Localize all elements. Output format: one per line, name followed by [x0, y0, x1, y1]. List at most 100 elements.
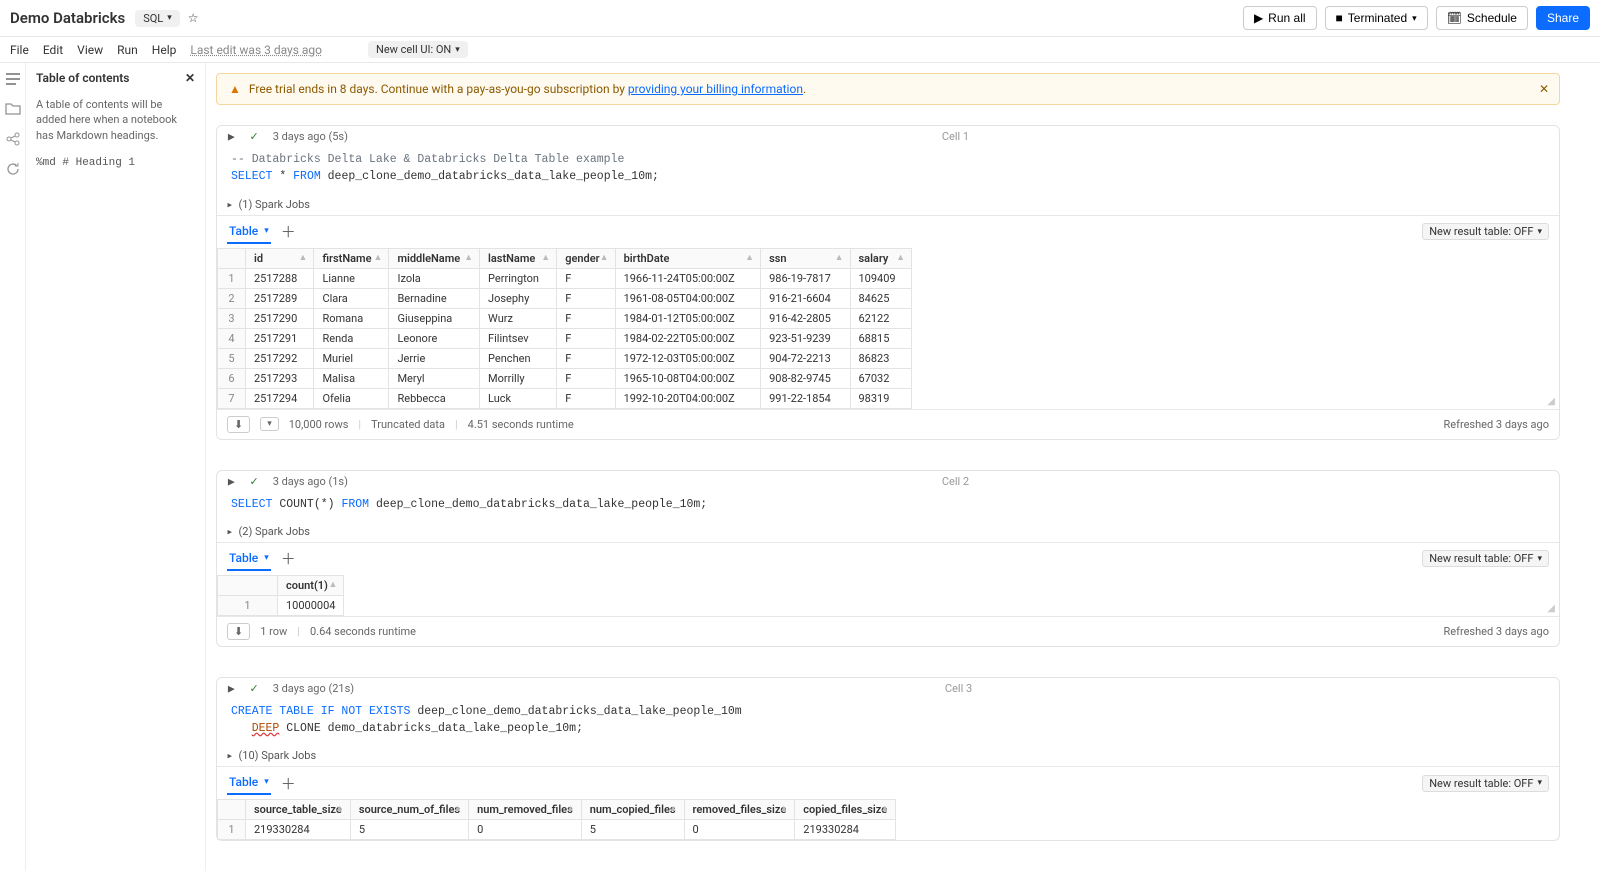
cell-label: Cell 2: [942, 475, 969, 488]
run-cell-icon[interactable]: ▶: [228, 131, 235, 141]
table-row[interactable]: 62517293MalisaMerylMorrillyF1965-10-08T0…: [218, 368, 912, 388]
share-icon[interactable]: [5, 131, 21, 147]
menu-help[interactable]: Help: [152, 43, 177, 57]
chevron-down-icon: ▾: [1537, 227, 1542, 237]
col-header[interactable]: ssn▲: [761, 248, 850, 268]
billing-link[interactable]: providing your billing information: [628, 82, 803, 96]
new-result-toggle[interactable]: New result table: OFF▾: [1422, 223, 1549, 240]
col-header[interactable]: count(1)▲: [278, 575, 344, 595]
table-row[interactable]: 32517290RomanaGiuseppinaWurzF1984-01-12T…: [218, 308, 912, 328]
col-header[interactable]: source_table_size▲: [246, 800, 351, 820]
refresh-icon[interactable]: [5, 161, 21, 177]
chevron-right-icon: ▸: [228, 199, 232, 209]
table-row[interactable]: 12193302845050219330284: [218, 820, 896, 840]
result-table[interactable]: count(1)▲110000004: [217, 575, 344, 616]
tab-table[interactable]: Table▾: [227, 771, 271, 795]
resize-handle-icon[interactable]: ◢: [1547, 396, 1555, 407]
table-row[interactable]: 12517288LianneIzolaPerringtonF1966-11-24…: [218, 268, 912, 288]
col-header[interactable]: copied_files_size▲: [795, 800, 896, 820]
folder-icon[interactable]: [5, 101, 21, 117]
new-result-toggle[interactable]: New result table: OFF▾: [1422, 550, 1549, 567]
code-text: deep_clone_demo_databricks_data_lake_peo…: [410, 705, 741, 718]
refreshed-label: Refreshed 3 days ago: [1444, 625, 1549, 638]
col-header[interactable]: firstName▲: [314, 248, 389, 268]
col-header[interactable]: num_removed_files▲: [469, 800, 582, 820]
run-cell-icon[interactable]: ▶: [228, 476, 235, 486]
col-header[interactable]: gender▲: [557, 248, 615, 268]
last-edit-label[interactable]: Last edit was 3 days ago: [190, 43, 322, 57]
col-header[interactable]: num_copied_files▲: [581, 800, 684, 820]
add-tab-icon[interactable]: ＋: [281, 548, 296, 569]
tab-table[interactable]: Table▾: [227, 220, 271, 244]
language-label: SQL: [143, 12, 163, 25]
kw: SELECT: [231, 170, 272, 183]
kw: FROM: [341, 498, 369, 511]
menu-file[interactable]: File: [10, 43, 29, 57]
stop-icon: ■: [1336, 11, 1343, 25]
kw: SELECT: [231, 498, 272, 511]
result-table[interactable]: source_table_size▲source_num_of_files▲nu…: [217, 799, 896, 840]
resize-handle-icon[interactable]: ◢: [1547, 603, 1555, 614]
code-text: COUNT(*): [272, 498, 341, 511]
add-tab-icon[interactable]: ＋: [281, 221, 296, 242]
tab-label: Table: [229, 551, 258, 565]
schedule-label: Schedule: [1467, 11, 1517, 25]
schedule-button[interactable]: 🗓Schedule: [1436, 6, 1528, 30]
language-pill[interactable]: SQL ▾: [135, 10, 180, 27]
add-tab-icon[interactable]: ＋: [281, 773, 296, 794]
close-icon[interactable]: ✕: [185, 71, 195, 85]
col-header[interactable]: birthDate▲: [615, 248, 761, 268]
toc-icon[interactable]: [5, 71, 21, 87]
runtime-label: 0.64 seconds runtime: [310, 625, 416, 638]
spark-jobs-toggle[interactable]: ▸(10) Spark Jobs: [217, 745, 1559, 766]
spark-jobs-toggle[interactable]: ▸(1) Spark Jobs: [217, 194, 1559, 215]
col-header[interactable]: removed_files_size▲: [684, 800, 795, 820]
runtime-label: 4.51 seconds runtime: [468, 418, 574, 431]
code-editor[interactable]: SELECT COUNT(*) FROM deep_clone_demo_dat…: [217, 492, 1559, 521]
run-cell-icon[interactable]: ▶: [228, 683, 235, 693]
chevron-down-icon: ▾: [167, 13, 172, 23]
alert-suffix: .: [803, 82, 806, 96]
menu-run[interactable]: Run: [117, 43, 138, 57]
row-count: 1 row: [260, 625, 287, 638]
code-text: *: [272, 170, 293, 183]
left-rail: [0, 63, 26, 871]
table-row[interactable]: 42517291RendaLeonoreFilintsevF1984-02-22…: [218, 328, 912, 348]
download-dropdown[interactable]: ▾: [260, 417, 279, 431]
tab-label: Table: [229, 224, 258, 238]
play-icon: ▶: [1254, 11, 1263, 25]
col-header[interactable]: source_num_of_files▲: [350, 800, 468, 820]
spark-jobs-toggle[interactable]: ▸(2) Spark Jobs: [217, 521, 1559, 542]
col-header[interactable]: id▲: [246, 248, 314, 268]
table-row[interactable]: 72517294OfeliaRebbeccaLuckF1992-10-20T04…: [218, 388, 912, 408]
chevron-right-icon: ▸: [228, 526, 232, 536]
new-result-label: New result table: OFF: [1429, 552, 1533, 565]
tab-table[interactable]: Table▾: [227, 547, 271, 571]
table-row[interactable]: 110000004: [218, 595, 344, 615]
code-text: CLONE demo_databricks_data_lake_people_1…: [279, 722, 583, 735]
new-result-toggle[interactable]: New result table: OFF▾: [1422, 775, 1549, 792]
compute-status-button[interactable]: ■Terminated▾: [1325, 6, 1428, 30]
new-cell-ui-toggle[interactable]: New cell UI: ON▾: [368, 41, 468, 58]
code-editor[interactable]: CREATE TABLE IF NOT EXISTS deep_clone_de…: [217, 699, 1559, 746]
star-icon[interactable]: ☆: [188, 11, 199, 25]
run-all-label: Run all: [1268, 11, 1305, 25]
share-button[interactable]: Share: [1536, 6, 1590, 30]
close-icon[interactable]: ✕: [1539, 82, 1549, 96]
menu-edit[interactable]: Edit: [43, 43, 63, 57]
result-table-wrap: count(1)▲110000004 ◢: [217, 575, 1559, 616]
table-row[interactable]: 52517292MurielJerriePenchenF1972-12-03T0…: [218, 348, 912, 368]
result-table[interactable]: id▲firstName▲middleName▲lastName▲gender▲…: [217, 248, 912, 409]
toc-description: A table of contents will be added here w…: [36, 97, 195, 143]
menu-view[interactable]: View: [77, 43, 103, 57]
col-header[interactable]: lastName▲: [480, 248, 557, 268]
run-all-button[interactable]: ▶ Run all: [1243, 6, 1317, 30]
chevron-down-icon: ▾: [267, 419, 272, 429]
col-header[interactable]: middleName▲: [389, 248, 480, 268]
code-editor[interactable]: -- Databricks Delta Lake & Databricks De…: [217, 147, 1559, 194]
col-header[interactable]: salary▲: [850, 248, 912, 268]
table-row[interactable]: 22517289ClaraBernadineJosephyF1961-08-05…: [218, 288, 912, 308]
download-button[interactable]: ⬇: [227, 623, 250, 640]
download-button[interactable]: ⬇: [227, 416, 250, 433]
new-cell-ui-label: New cell UI: ON: [376, 43, 451, 56]
